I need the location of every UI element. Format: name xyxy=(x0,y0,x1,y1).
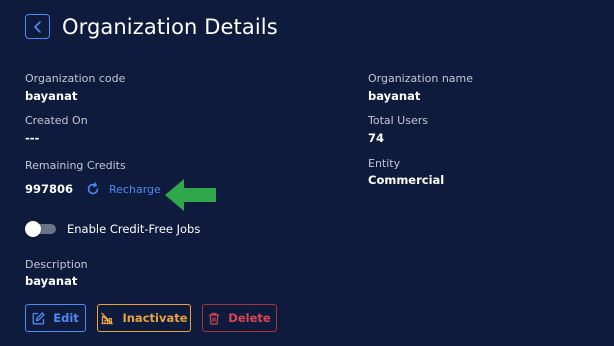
remaining-credits-row: 997806 Recharge xyxy=(25,182,161,196)
edit-icon xyxy=(32,311,45,325)
remaining-credits-label: Remaining Credits xyxy=(25,159,126,172)
refresh-icon xyxy=(87,182,99,195)
inactivate-icon xyxy=(100,312,114,325)
arrow-left-icon xyxy=(165,179,216,211)
recharge-label: Recharge xyxy=(109,182,161,196)
total-users-value: 74 xyxy=(368,131,385,145)
organization-name-label: Organization name xyxy=(368,72,474,85)
description-value: bayanat xyxy=(25,274,78,288)
page-title: Organization Details xyxy=(62,14,278,39)
credit-free-jobs-row: Enable Credit-Free Jobs xyxy=(25,221,200,237)
organization-code-label: Organization code xyxy=(25,72,126,85)
edit-button[interactable]: Edit xyxy=(25,304,86,332)
entity-value: Commercial xyxy=(368,173,445,187)
delete-label: Delete xyxy=(228,311,271,325)
organization-name-value: bayanat xyxy=(368,89,421,103)
recharge-link[interactable]: Recharge xyxy=(86,182,161,196)
action-bar: Edit Inactivate Delete xyxy=(25,304,288,332)
edit-label: Edit xyxy=(53,311,79,325)
remaining-credits-value: 997806 xyxy=(25,182,74,196)
organization-code-value: bayanat xyxy=(25,89,78,103)
created-on-value: --- xyxy=(25,131,40,145)
page-header: Organization Details xyxy=(25,14,278,39)
organization-details-page: Organization Details Organization code b… xyxy=(0,0,614,346)
inactivate-button[interactable]: Inactivate xyxy=(97,304,191,332)
entity-label: Entity xyxy=(368,157,401,170)
credit-free-jobs-toggle[interactable] xyxy=(25,221,56,237)
trash-icon xyxy=(208,312,220,325)
toggle-knob xyxy=(25,221,41,237)
description-label: Description xyxy=(25,258,88,271)
back-button[interactable] xyxy=(25,14,50,39)
total-users-label: Total Users xyxy=(368,114,428,127)
chevron-left-icon xyxy=(33,20,41,33)
delete-button[interactable]: Delete xyxy=(202,304,277,332)
credit-free-jobs-label: Enable Credit-Free Jobs xyxy=(67,222,201,236)
created-on-label: Created On xyxy=(25,114,88,127)
inactivate-label: Inactivate xyxy=(122,311,188,325)
